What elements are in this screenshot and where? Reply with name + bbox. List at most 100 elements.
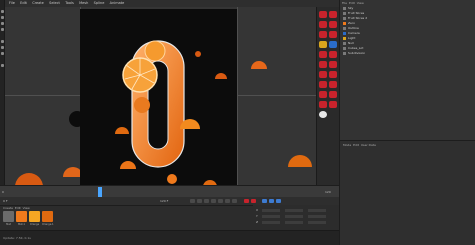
next-key-button[interactable] bbox=[225, 199, 230, 203]
light-icon[interactable] bbox=[319, 41, 327, 48]
render-preview bbox=[115, 40, 227, 190]
cylinder-icon[interactable] bbox=[319, 21, 327, 28]
coord-field[interactable] bbox=[285, 221, 303, 224]
menu-item[interactable]: Edit bbox=[20, 0, 27, 7]
coord-field[interactable] bbox=[308, 215, 326, 218]
object-icon bbox=[343, 22, 346, 25]
viewport-menubar: File Edit Create Select Tools Mesh Splin… bbox=[5, 0, 339, 7]
om-menu-item[interactable]: View bbox=[357, 1, 364, 5]
prev-frame-button[interactable] bbox=[204, 199, 209, 203]
record-button[interactable] bbox=[244, 199, 249, 203]
spline-icon[interactable] bbox=[319, 31, 327, 38]
fracture-icon[interactable] bbox=[329, 51, 337, 58]
mat-menu-item[interactable]: Create bbox=[3, 206, 13, 210]
status-text: Update: 7.5K, 0.1s bbox=[3, 236, 31, 240]
text-icon[interactable] bbox=[329, 31, 337, 38]
lathe-icon[interactable] bbox=[329, 81, 337, 88]
menu-item[interactable]: Select bbox=[49, 0, 60, 7]
am-menu-item[interactable]: Mode bbox=[343, 143, 351, 147]
coord-field[interactable] bbox=[308, 221, 326, 224]
play-button[interactable] bbox=[211, 199, 216, 203]
material-label: Orange.1 bbox=[42, 223, 54, 226]
taper-icon[interactable] bbox=[329, 101, 337, 108]
coord-field[interactable] bbox=[308, 209, 326, 212]
orange-slice bbox=[134, 97, 150, 113]
coord-field[interactable] bbox=[262, 221, 280, 224]
torus-icon[interactable] bbox=[329, 21, 337, 28]
sweep-icon[interactable] bbox=[329, 71, 337, 78]
coord-label: Y bbox=[256, 214, 258, 218]
key-rotation-button[interactable] bbox=[269, 199, 274, 203]
attribute-manager-menu: Mode Edit User Data bbox=[343, 143, 376, 147]
orange-half bbox=[251, 61, 267, 69]
coord-field[interactable] bbox=[262, 215, 280, 218]
extrude-icon[interactable] bbox=[319, 81, 327, 88]
mat-menu-item[interactable]: View bbox=[23, 206, 30, 210]
object-icon bbox=[343, 7, 346, 10]
start-frame-field[interactable]: 0 F bbox=[3, 199, 8, 203]
boole-icon[interactable] bbox=[319, 71, 327, 78]
object-icon bbox=[343, 42, 346, 45]
material-swatch[interactable] bbox=[16, 211, 27, 222]
object-icon bbox=[343, 47, 346, 50]
menu-item[interactable]: Spline bbox=[94, 0, 105, 7]
object-row[interactable]: Subdivision bbox=[342, 51, 474, 56]
material-swatch[interactable] bbox=[29, 211, 40, 222]
cube-icon[interactable] bbox=[319, 11, 327, 18]
om-menu-item[interactable]: Edit bbox=[349, 1, 355, 5]
material-swatch[interactable] bbox=[3, 211, 14, 222]
points-mode-icon[interactable] bbox=[1, 40, 4, 43]
coord-label: Z bbox=[256, 220, 259, 224]
menu-item[interactable]: Create bbox=[32, 0, 44, 7]
select-tool-icon[interactable] bbox=[1, 28, 4, 31]
twist-icon[interactable] bbox=[319, 101, 327, 108]
menu-item[interactable]: File bbox=[9, 0, 15, 7]
next-frame-button[interactable] bbox=[218, 199, 223, 203]
bend-icon[interactable] bbox=[329, 91, 337, 98]
cloner-icon[interactable] bbox=[319, 51, 327, 58]
om-menu-item[interactable]: File bbox=[342, 1, 347, 5]
sphere-icon[interactable] bbox=[329, 11, 337, 18]
mat-menu-item[interactable]: Edit bbox=[15, 206, 21, 210]
material-swatch[interactable] bbox=[42, 211, 53, 222]
render-frame bbox=[80, 9, 237, 190]
last-frame-button[interactable] bbox=[232, 199, 237, 203]
array-icon[interactable] bbox=[319, 91, 327, 98]
coord-field[interactable] bbox=[285, 209, 303, 212]
am-menu-item[interactable]: User Data bbox=[361, 143, 376, 147]
prev-key-button[interactable] bbox=[197, 199, 202, 203]
viewport[interactable] bbox=[5, 7, 316, 190]
sky-icon[interactable] bbox=[319, 111, 327, 118]
edges-mode-icon[interactable] bbox=[1, 46, 4, 49]
coord-field[interactable] bbox=[285, 215, 303, 218]
am-menu-item[interactable]: Edit bbox=[353, 143, 359, 147]
orange-seed bbox=[195, 51, 201, 57]
first-frame-button[interactable] bbox=[190, 199, 195, 203]
camera-icon[interactable] bbox=[329, 41, 337, 48]
rotate-tool-icon[interactable] bbox=[1, 22, 4, 25]
object-palette bbox=[316, 7, 339, 190]
timeline[interactable]: 0 120 bbox=[0, 185, 339, 197]
scale-tool-icon[interactable] bbox=[1, 16, 4, 19]
object-icon bbox=[343, 12, 346, 15]
polygons-mode-icon[interactable] bbox=[1, 52, 4, 55]
menu-item[interactable]: Mesh bbox=[79, 0, 88, 7]
end-frame-field[interactable]: 120 F bbox=[160, 199, 168, 203]
transport-bar: 0 F 120 F bbox=[0, 197, 339, 205]
menu-item[interactable]: Tools bbox=[65, 0, 74, 7]
coord-field[interactable] bbox=[262, 209, 280, 212]
object-icon bbox=[343, 52, 346, 55]
attribute-manager: Mode Edit User Data bbox=[339, 140, 475, 245]
object-icon bbox=[343, 27, 346, 30]
orange-slice bbox=[144, 40, 166, 62]
snap-icon[interactable] bbox=[1, 64, 4, 67]
material-label: Orange bbox=[29, 223, 40, 226]
deformer-icon[interactable] bbox=[319, 61, 327, 68]
autokey-button[interactable] bbox=[251, 199, 256, 203]
menu-item[interactable]: Animate bbox=[110, 0, 125, 7]
effector-icon[interactable] bbox=[329, 61, 337, 68]
key-scale-button[interactable] bbox=[276, 199, 281, 203]
timeline-playhead[interactable] bbox=[98, 187, 102, 197]
key-position-button[interactable] bbox=[262, 199, 267, 203]
move-tool-icon[interactable] bbox=[1, 10, 4, 13]
